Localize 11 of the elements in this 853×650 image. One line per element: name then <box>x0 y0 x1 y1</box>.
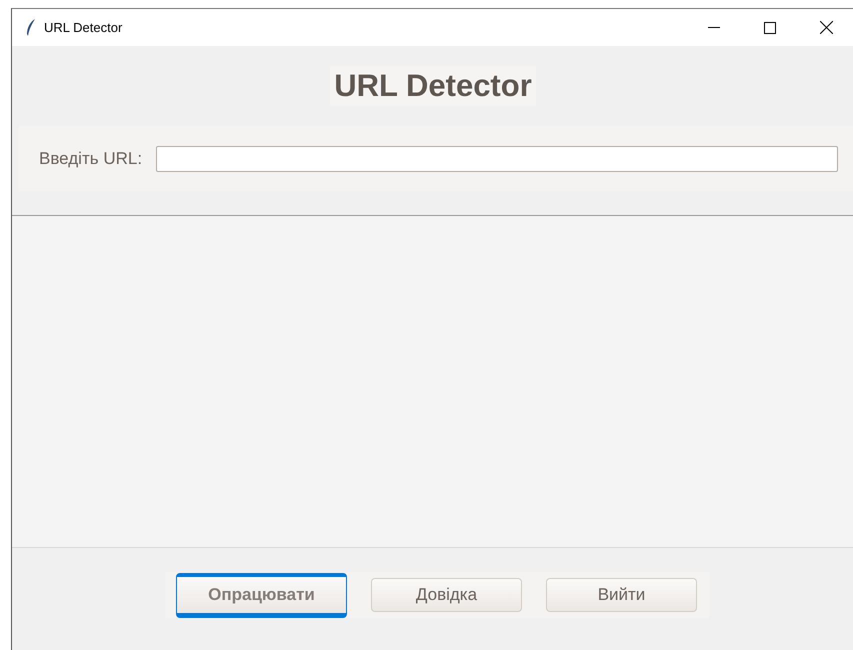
maximize-icon <box>764 22 776 34</box>
url-input-field[interactable] <box>156 146 838 172</box>
action-button[interactable]: Опрацювати <box>176 572 347 618</box>
action-button[interactable]: Довідка <box>371 578 522 612</box>
url-label: Введіть URL: <box>39 148 142 168</box>
close-icon <box>820 21 832 34</box>
minimize-icon <box>708 26 720 28</box>
app-heading: URL Detector <box>330 66 536 106</box>
feather-icon <box>26 19 36 36</box>
window-title: URL Detector <box>44 20 124 35</box>
action-button[interactable]: Вийти <box>546 578 697 612</box>
